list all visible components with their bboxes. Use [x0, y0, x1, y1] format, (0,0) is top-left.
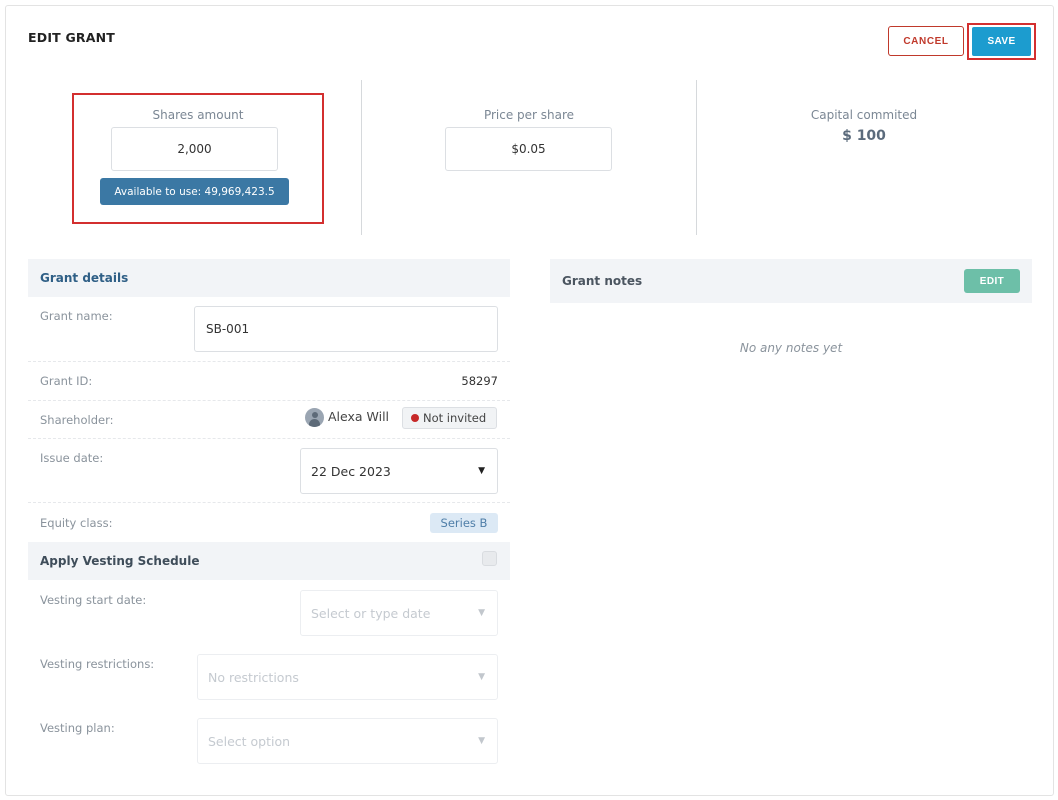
price-per-share-label: Price per share: [483, 108, 575, 122]
vesting-schedule-header: Apply Vesting Schedule: [28, 542, 510, 580]
row-divider: [28, 361, 510, 362]
caret-down-icon: ▼: [478, 466, 485, 476]
apply-vesting-checkbox[interactable]: [482, 551, 497, 566]
shares-amount-input[interactable]: 2,000: [111, 127, 278, 171]
grant-details-header: Grant details: [28, 259, 510, 297]
vesting-restrictions-select[interactable]: No restrictions ▼: [197, 654, 498, 700]
row-divider: [28, 502, 510, 503]
caret-down-icon: ▼: [478, 672, 485, 682]
vesting-start-date-label: Vesting start date:: [40, 593, 147, 607]
grant-notes-header: Grant notes: [550, 259, 1032, 303]
shareholder-name[interactable]: Alexa Will: [328, 409, 389, 424]
price-per-share-input[interactable]: $0.05: [445, 127, 612, 171]
avatar-person-icon: [311, 411, 318, 418]
avatar-person-icon-body: [309, 419, 320, 427]
caret-down-icon: ▼: [478, 736, 485, 746]
issue-date-select[interactable]: 22 Dec 2023 ▼: [300, 448, 498, 494]
page-title: EDIT GRANT: [28, 30, 115, 45]
grant-notes-title: Grant notes: [562, 274, 643, 288]
capital-committed-value: $ 100: [842, 128, 886, 144]
grant-name-label: Grant name:: [40, 309, 113, 323]
edit-notes-button[interactable]: EDIT: [964, 269, 1020, 293]
capital-committed-label: Capital commited: [810, 108, 918, 122]
shares-amount-label: Shares amount: [152, 108, 244, 122]
equity-class-label: Equity class:: [40, 516, 113, 530]
save-button[interactable]: SAVE: [972, 27, 1031, 56]
row-divider: [28, 400, 510, 401]
grant-id-value: 58297: [461, 374, 498, 388]
grant-name-input[interactable]: SB-001: [194, 306, 498, 352]
avatar: [305, 408, 324, 427]
vesting-restrictions-value: No restrictions: [208, 669, 299, 685]
shareholder-label: Shareholder:: [40, 413, 114, 427]
cancel-button[interactable]: CANCEL: [888, 26, 964, 56]
issue-date-label: Issue date:: [40, 451, 104, 465]
grant-details-title: Grant details: [40, 271, 129, 285]
metric-divider: [696, 80, 697, 235]
row-divider: [28, 438, 510, 439]
status-dot-icon: [411, 414, 419, 422]
vesting-schedule-title: Apply Vesting Schedule: [40, 554, 200, 568]
issue-date-value: 22 Dec 2023: [311, 463, 391, 479]
vesting-start-date-select[interactable]: Select or type date ▼: [300, 590, 498, 636]
vesting-restrictions-label: Vesting restrictions:: [40, 657, 155, 671]
equity-class-badge: Series B: [430, 513, 498, 533]
status-badge: Not invited: [402, 407, 497, 429]
empty-notes-text: No any notes yet: [739, 341, 843, 355]
available-badge: Available to use: 49,969,423.5: [100, 178, 289, 205]
vesting-plan-select[interactable]: Select option ▼: [197, 718, 498, 764]
vesting-start-date-placeholder: Select or type date: [311, 605, 431, 621]
status-text: Not invited: [423, 411, 487, 425]
caret-down-icon: ▼: [478, 608, 485, 618]
vesting-plan-placeholder: Select option: [208, 733, 291, 749]
metric-divider: [361, 80, 362, 235]
vesting-plan-label: Vesting plan:: [40, 721, 115, 735]
grant-id-label: Grant ID:: [40, 374, 93, 388]
